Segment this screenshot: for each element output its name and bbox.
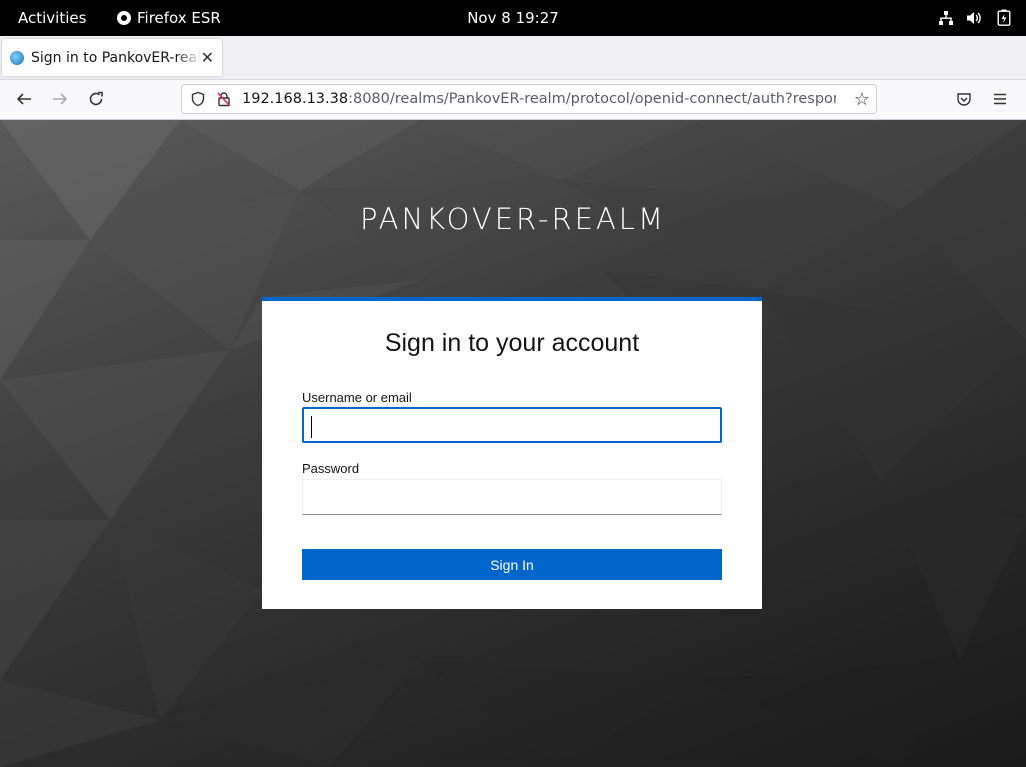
app-menu-button[interactable] <box>990 89 1010 109</box>
address-bar[interactable]: 192.168.13.38:8080/realms/PankovER-realm… <box>181 84 877 114</box>
forward-button[interactable] <box>50 89 70 109</box>
clock[interactable]: Nov 8 19:27 <box>467 9 559 27</box>
login-card: Sign in to your account Username or emai… <box>262 297 762 609</box>
activities-button[interactable]: Activities <box>18 9 86 27</box>
system-top-bar: Activities Firefox ESR Nov 8 19:27 <box>0 0 1026 36</box>
volume-icon[interactable] <box>966 9 983 26</box>
hamburger-menu-icon <box>994 93 1006 105</box>
username-input[interactable] <box>302 407 722 443</box>
insecure-lock-icon[interactable] <box>216 91 232 107</box>
tracking-protection-shield-icon[interactable] <box>190 91 206 107</box>
back-button[interactable] <box>14 89 34 109</box>
battery-icon[interactable] <box>995 9 1012 26</box>
password-label: Password <box>302 461 360 476</box>
app-menu[interactable]: Firefox ESR <box>117 9 221 27</box>
navigation-bar: 192.168.13.38:8080/realms/PankovER-realm… <box>0 80 1026 120</box>
sign-in-button[interactable]: Sign In <box>302 549 722 580</box>
reload-icon <box>89 91 103 106</box>
url-text[interactable]: 192.168.13.38:8080/realms/PankovER-realm… <box>242 91 836 107</box>
login-heading: Sign in to your account <box>384 329 640 357</box>
pocket-icon <box>957 93 971 106</box>
app-name: Firefox ESR <box>137 9 221 27</box>
close-tab-icon[interactable]: ✕ <box>201 48 214 67</box>
site-favicon-icon <box>10 50 24 65</box>
browser-tab[interactable]: Sign in to PankovER-realm ✕ <box>2 39 222 76</box>
login-page: PANKOVER-REALM Sign in to your account U… <box>0 120 1026 767</box>
system-tray[interactable] <box>937 9 1012 26</box>
text-caret <box>311 416 312 438</box>
pocket-button[interactable] <box>954 89 974 109</box>
tab-strip: Sign in to PankovER-realm ✕ + ✕ <box>0 36 1026 103</box>
back-arrow-icon <box>16 93 31 105</box>
network-icon[interactable] <box>937 9 954 26</box>
bookmark-star-icon[interactable]: ☆ <box>854 89 870 110</box>
username-label: Username or email <box>302 390 412 405</box>
password-input[interactable] <box>302 479 722 515</box>
firefox-icon <box>117 11 131 25</box>
realm-title: PANKOVER-REALM <box>359 202 666 236</box>
tab-title: Sign in to PankovER-realm <box>31 49 201 66</box>
reload-button[interactable] <box>86 89 106 109</box>
forward-arrow-icon <box>53 93 68 105</box>
